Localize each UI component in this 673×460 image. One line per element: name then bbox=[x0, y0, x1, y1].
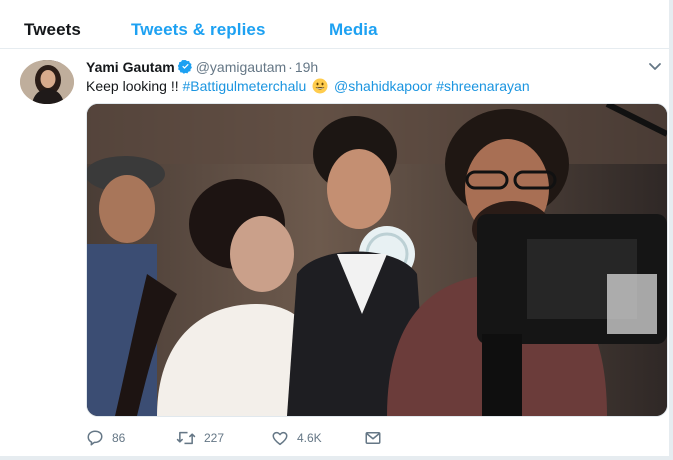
author-name[interactable]: Yami Gautam bbox=[86, 59, 175, 75]
retweet-button[interactable]: 227 bbox=[176, 428, 224, 448]
verified-badge-icon bbox=[177, 59, 193, 77]
profile-tabs: Tweets Tweets & replies Media bbox=[0, 10, 669, 49]
separator-dot: · bbox=[288, 59, 293, 75]
tab-tweets-and-replies[interactable]: Tweets & replies bbox=[131, 20, 266, 40]
mention-link[interactable]: @shahidkapoor bbox=[334, 78, 432, 94]
tweet-text: Keep looking !! #Battigulmeterchalu @sha… bbox=[86, 78, 530, 97]
chevron-down-icon[interactable] bbox=[648, 62, 662, 72]
hashtag-link[interactable]: #shreenarayan bbox=[436, 78, 529, 94]
like-count: 4.6K bbox=[297, 431, 322, 445]
reply-button[interactable]: 86 bbox=[86, 428, 125, 448]
avatar[interactable] bbox=[20, 60, 74, 104]
tab-media[interactable]: Media bbox=[329, 20, 378, 40]
direct-message-button[interactable] bbox=[364, 428, 390, 448]
tweet-header: Yami Gautam @yamigautam · 19h bbox=[86, 59, 318, 77]
tweet-timestamp[interactable]: 19h bbox=[295, 59, 318, 75]
envelope-icon bbox=[365, 432, 381, 444]
retweet-icon bbox=[176, 431, 196, 445]
timeline-panel: Tweets Tweets & replies Media Yami Gauta… bbox=[0, 0, 670, 457]
reply-icon bbox=[87, 430, 103, 446]
reply-count: 86 bbox=[112, 431, 126, 445]
author-handle[interactable]: @yamigautam bbox=[196, 59, 286, 75]
retweet-count: 227 bbox=[204, 431, 225, 445]
tweet-text-intro: Keep looking !! bbox=[86, 78, 183, 94]
heart-icon bbox=[272, 431, 288, 446]
tweet-actions: 86 227 4.6K bbox=[86, 428, 486, 448]
hashtag-link[interactable]: #Battigulmeterchalu bbox=[183, 78, 307, 94]
like-button[interactable]: 4.6K bbox=[271, 428, 322, 448]
tab-tweets[interactable]: Tweets bbox=[24, 20, 81, 40]
tweet-photo[interactable] bbox=[86, 103, 668, 417]
grinning-face-emoji-icon bbox=[312, 78, 328, 97]
